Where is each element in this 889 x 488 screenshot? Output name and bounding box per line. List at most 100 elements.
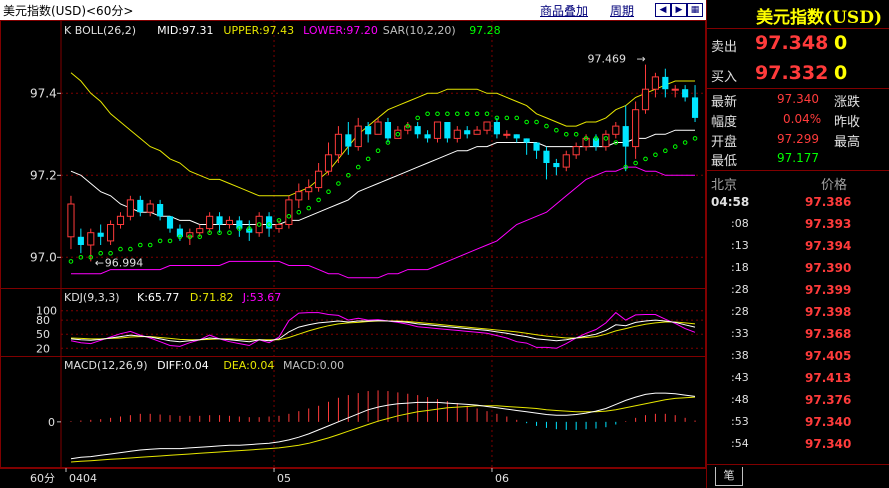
legend-item: DEA:0.04 bbox=[223, 359, 274, 372]
candle-body bbox=[562, 154, 570, 168]
candle-body bbox=[691, 97, 699, 118]
stat-label-latest: 最新 bbox=[711, 95, 738, 110]
candle-body bbox=[682, 89, 689, 98]
expand-icon[interactable]: ▦ bbox=[687, 3, 703, 17]
candle-body bbox=[433, 121, 442, 139]
candle-body bbox=[354, 125, 362, 148]
period-link[interactable]: 周期 bbox=[610, 2, 634, 19]
tick-price: 97.390 bbox=[805, 261, 852, 275]
candle-body bbox=[533, 142, 540, 151]
sar-dot bbox=[118, 246, 123, 252]
sar-dot bbox=[672, 144, 678, 149]
candle-body bbox=[295, 191, 303, 201]
sar-dot bbox=[365, 156, 371, 162]
candle-body bbox=[384, 122, 392, 139]
candle-body bbox=[77, 236, 84, 245]
stat-label-high: 最高 bbox=[834, 135, 861, 150]
candle-body bbox=[493, 122, 500, 135]
tick-price: 97.398 bbox=[805, 305, 852, 319]
candle-body bbox=[572, 146, 580, 156]
boll-lower-line bbox=[71, 166, 695, 279]
candle-body bbox=[116, 215, 125, 226]
tick-time: :38 bbox=[731, 349, 749, 362]
y-tick-label: 97.4 bbox=[30, 86, 57, 100]
sar-dot bbox=[355, 164, 361, 170]
candle-body bbox=[612, 125, 620, 135]
macd-diff-line bbox=[70, 392, 696, 460]
sar-dot bbox=[534, 119, 539, 125]
tick-tab[interactable]: 笔 bbox=[715, 467, 743, 486]
tick-price: 97.340 bbox=[805, 437, 852, 451]
tick-time: :28 bbox=[731, 283, 749, 296]
kdj-d-line bbox=[70, 320, 696, 341]
sar-dot bbox=[296, 209, 302, 215]
buy-volume: 0 bbox=[834, 62, 848, 84]
stat-value-percent: 0.04% bbox=[783, 112, 822, 126]
candle-body bbox=[345, 134, 352, 147]
tick-time: :54 bbox=[731, 437, 749, 450]
candle-body bbox=[473, 129, 481, 135]
low-arrow: ← bbox=[95, 256, 104, 269]
y-tick-label: 97.2 bbox=[30, 168, 57, 182]
divider bbox=[707, 28, 889, 29]
prev-icon[interactable]: ◀ bbox=[655, 3, 671, 17]
candle-body bbox=[305, 187, 313, 193]
candle-body bbox=[225, 219, 234, 225]
candle-body bbox=[315, 170, 323, 189]
tick-time: :48 bbox=[731, 393, 749, 406]
kdj-k-line bbox=[70, 319, 696, 343]
divider bbox=[707, 88, 889, 89]
overlay-link[interactable]: 商品叠加 bbox=[540, 2, 588, 19]
sar-dot bbox=[167, 238, 173, 244]
sar-dot bbox=[415, 115, 420, 121]
candle-body bbox=[464, 130, 471, 135]
divider bbox=[707, 464, 889, 465]
sar-dot bbox=[633, 160, 638, 166]
sell-price: 97.348 bbox=[755, 32, 829, 54]
candle-body bbox=[671, 88, 679, 91]
candle-body bbox=[285, 199, 293, 225]
candle-body bbox=[414, 126, 421, 135]
legend-item: J:53.67 bbox=[242, 291, 281, 304]
sar-dot bbox=[316, 197, 321, 203]
candle-body bbox=[324, 154, 333, 172]
tick-time: :18 bbox=[731, 261, 749, 274]
chart-border bbox=[0, 20, 706, 468]
tick-price: 97.368 bbox=[805, 327, 852, 341]
tick-price: 97.394 bbox=[805, 239, 852, 253]
candle-body bbox=[87, 232, 95, 246]
legend-title: K BOLL(26,2) bbox=[64, 24, 136, 37]
sar-dot bbox=[445, 111, 450, 117]
top-bar: 美元指数(USD)<60分> 商品叠加 周期 ◀ ▶ ▦ bbox=[0, 0, 706, 20]
candle-body bbox=[453, 129, 461, 139]
quote-title-bar: 美元指数(USD) bbox=[707, 0, 889, 28]
tick-time: :13 bbox=[731, 239, 749, 252]
stat-label-open: 开盘 bbox=[711, 135, 738, 150]
tick-price: 97.393 bbox=[805, 217, 852, 231]
sar-dot bbox=[137, 242, 143, 248]
next-icon[interactable]: ▶ bbox=[671, 3, 687, 17]
sar-dot bbox=[227, 230, 232, 235]
sar-dot bbox=[663, 148, 668, 153]
sar-dot bbox=[504, 115, 510, 121]
candle-body bbox=[513, 134, 520, 139]
sar-dot bbox=[474, 111, 480, 117]
high-arrow: → bbox=[637, 53, 646, 66]
chart-area[interactable]: 97.4 97.2 97.0 97.469 → ← 96.994 K BOLL(26,2) MI… bbox=[0, 20, 706, 488]
candle-body bbox=[157, 204, 164, 217]
candle-body bbox=[236, 220, 243, 229]
y-tick-label: 0 bbox=[48, 416, 55, 429]
sar-dot bbox=[306, 205, 312, 211]
candle-body bbox=[196, 228, 204, 234]
stat-value-low: 97.177 bbox=[777, 151, 819, 165]
tick-price: 97.386 bbox=[805, 195, 852, 209]
stat-value-open: 97.299 bbox=[777, 132, 819, 146]
tick-price: 97.376 bbox=[805, 393, 852, 407]
sar-dot bbox=[435, 111, 440, 117]
sar-dot bbox=[68, 259, 74, 264]
candle-body bbox=[67, 203, 75, 238]
sar-dot bbox=[653, 152, 658, 158]
legend-title: KDJ(9,3,3) bbox=[64, 291, 120, 304]
sar-dot bbox=[643, 156, 648, 162]
candle-body bbox=[137, 199, 144, 213]
